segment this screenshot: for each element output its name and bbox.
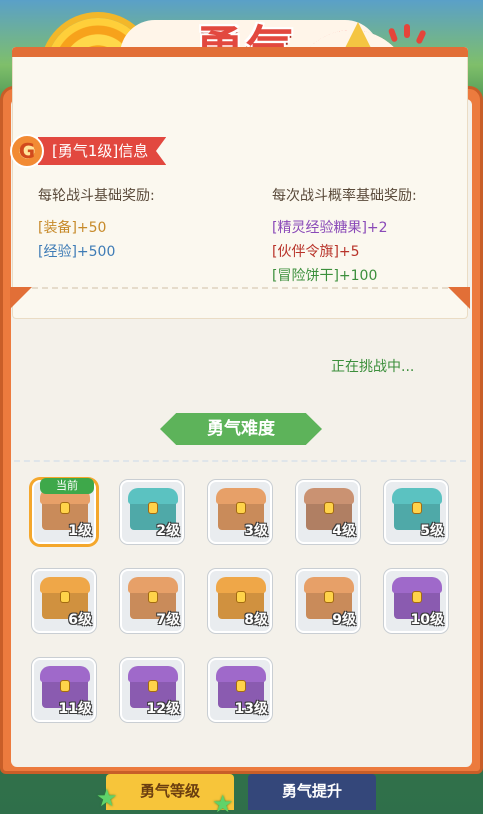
challenge-status: 正在挑战中... — [331, 359, 415, 375]
party-hat-decoration — [344, 22, 372, 50]
chance-rewards: 每次战斗概率基础奖励: [精灵经验糖果]+2 [伙伴令旗]+5 [冒险饼干]+1… — [272, 184, 417, 288]
chest-lock-icon — [236, 502, 246, 514]
difficulty-chest-6[interactable]: 6级 — [32, 569, 96, 633]
chest-lock-icon — [60, 680, 70, 692]
difficulty-chest-2[interactable]: 2级 — [120, 480, 184, 544]
difficulty-title: 勇气难度 — [160, 413, 322, 445]
chest-level-label: 2级 — [156, 523, 180, 539]
chest-level-label: 5级 — [420, 523, 444, 539]
chest-level-label: 6级 — [68, 612, 92, 628]
difficulty-chest-11[interactable]: 11级 — [32, 658, 96, 722]
chest-lock-icon — [412, 591, 422, 603]
round-rewards: 每轮战斗基础奖励: [装备]+50 [经验]+500 — [38, 184, 155, 264]
chest-lock-icon — [412, 502, 422, 514]
tab-courage-upgrade[interactable]: 勇气提升 — [248, 774, 376, 810]
chest-lock-icon — [60, 502, 70, 514]
chest-level-label: 10级 — [410, 612, 444, 628]
difficulty-chest-13[interactable]: 13级 — [208, 658, 272, 722]
reward-partner-flag: [伙伴令旗]+5 — [272, 244, 360, 260]
difficulty-chest-7[interactable]: 7级 — [120, 569, 184, 633]
level-info-tag: G [勇气1级]信息 — [10, 133, 186, 169]
difficulty-chest-12[interactable]: 12级 — [120, 658, 184, 722]
chest-level-label: 3级 — [244, 523, 268, 539]
chest-lock-icon — [324, 591, 334, 603]
chest-level-label: 1级 — [68, 523, 92, 539]
difficulty-chest-5[interactable]: 5级 — [384, 480, 448, 544]
chest-level-label: 7级 — [156, 612, 180, 628]
difficulty-separator — [14, 460, 466, 462]
reward-exp: [经验]+500 — [38, 244, 116, 260]
chest-level-label: 8级 — [244, 612, 268, 628]
chest-lock-icon — [324, 502, 334, 514]
reward-equipment: [装备]+50 — [38, 220, 107, 236]
difficulty-chest-4[interactable]: 4级 — [296, 480, 360, 544]
courage-g-icon: G — [10, 134, 44, 168]
current-badge: 当前 — [40, 478, 94, 494]
chance-rewards-heading: 每次战斗概率基础奖励: — [272, 188, 417, 204]
info-card-top-bar — [12, 47, 468, 57]
chest-level-label: 11级 — [58, 701, 92, 717]
difficulty-chest-8[interactable]: 8级 — [208, 569, 272, 633]
level-info-label: [勇气1级]信息 — [38, 137, 167, 165]
difficulty-chest-10[interactable]: 10级 — [384, 569, 448, 633]
chest-lock-icon — [148, 591, 158, 603]
chest-lock-icon — [148, 502, 158, 514]
star-icon: ★ — [96, 784, 118, 812]
chest-lock-icon — [236, 680, 246, 692]
star-icon: ★ — [212, 790, 234, 814]
chest-lock-icon — [148, 680, 158, 692]
chest-lock-icon — [236, 591, 246, 603]
round-rewards-heading: 每轮战斗基础奖励: — [38, 188, 155, 204]
chest-lock-icon — [60, 591, 70, 603]
difficulty-chest-9[interactable]: 9级 — [296, 569, 360, 633]
reward-spirit-candy: [精灵经验糖果]+2 — [272, 220, 388, 236]
reward-cookie: [冒险饼干]+100 — [272, 268, 378, 284]
difficulty-chest-3[interactable]: 3级 — [208, 480, 272, 544]
chest-level-label: 4级 — [332, 523, 356, 539]
chest-level-label: 12级 — [146, 701, 180, 717]
corner-decoration-right — [448, 287, 470, 309]
chest-level-label: 13级 — [234, 701, 268, 717]
corner-decoration-left — [10, 287, 32, 309]
chest-level-label: 9级 — [332, 612, 356, 628]
